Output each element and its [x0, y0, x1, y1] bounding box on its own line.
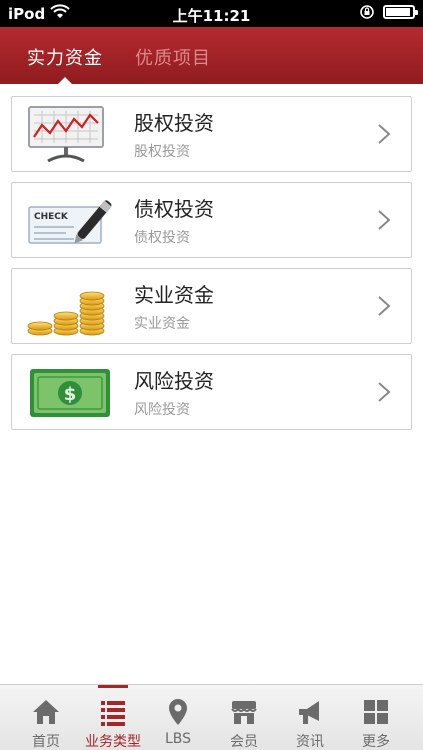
- list-item-venture-capital[interactable]: $ 风险投资 风险投资: [11, 354, 412, 430]
- active-tab-indicator: [58, 77, 72, 84]
- nav-news[interactable]: 资讯: [277, 685, 343, 750]
- item-subtitle: 风险投资: [134, 402, 190, 418]
- location-pin-icon: [169, 699, 187, 725]
- nav-label: 业务类型: [85, 734, 141, 750]
- tab-quality-projects[interactable]: 优质项目: [135, 44, 211, 70]
- nav-member[interactable]: 会员: [211, 685, 277, 750]
- megaphone-icon: [299, 701, 319, 724]
- grid-icon: [364, 700, 388, 724]
- shop-icon: [231, 701, 257, 724]
- nav-label: LBS: [164, 731, 192, 747]
- nav-label: 更多: [362, 734, 390, 750]
- check-pen-icon: CHECK: [28, 200, 112, 244]
- status-bar: iPod 上午11:21: [0, 0, 423, 27]
- bottom-nav: 首页 业务类型 LBS 会员 资讯 更多: [0, 684, 423, 750]
- item-title: 债权投资: [134, 197, 214, 221]
- nav-lbs[interactable]: LBS: [145, 685, 211, 750]
- chart-board-icon: [28, 106, 104, 163]
- item-title: 风险投资: [134, 369, 214, 393]
- list-item-industrial-funds[interactable]: 实业资金 实业资金: [11, 268, 412, 344]
- list-item-equity-investment[interactable]: 股权投资 股权投资: [11, 96, 412, 172]
- chevron-right-icon: [378, 296, 391, 316]
- list-item-debt-investment[interactable]: CHECK 债权投资 债权投资: [11, 182, 412, 258]
- item-subtitle: 实业资金: [134, 316, 190, 332]
- nav-label: 资讯: [296, 734, 324, 750]
- nav-more[interactable]: 更多: [343, 685, 409, 750]
- dollar-sign: $: [64, 384, 77, 405]
- tab-bar: 实力资金 优质项目: [0, 27, 423, 84]
- home-icon: [33, 700, 59, 724]
- nav-label: 首页: [32, 734, 60, 750]
- business-type-list: 股权投资 股权投资 CHECK 债权投资 债权投资 实业资金 实业资金 $ 风险…: [11, 96, 412, 440]
- nav-home[interactable]: 首页: [13, 685, 79, 750]
- nav-business-types[interactable]: 业务类型: [80, 685, 146, 750]
- gold-coins-icon: [27, 291, 105, 336]
- check-label: CHECK: [34, 212, 69, 222]
- nav-label: 会员: [230, 734, 258, 750]
- dollar-bill-icon: $: [30, 369, 110, 417]
- tab-strength-funds[interactable]: 实力资金: [27, 44, 103, 70]
- rotation-lock-icon: [360, 5, 374, 19]
- item-subtitle: 股权投资: [134, 144, 190, 160]
- list-icon: [101, 701, 125, 726]
- battery-icon: [383, 5, 418, 19]
- chevron-right-icon: [378, 210, 391, 230]
- item-title: 实业资金: [134, 283, 214, 307]
- item-subtitle: 债权投资: [134, 230, 190, 246]
- item-title: 股权投资: [134, 111, 214, 135]
- chevron-right-icon: [378, 124, 391, 144]
- chevron-right-icon: [378, 382, 391, 402]
